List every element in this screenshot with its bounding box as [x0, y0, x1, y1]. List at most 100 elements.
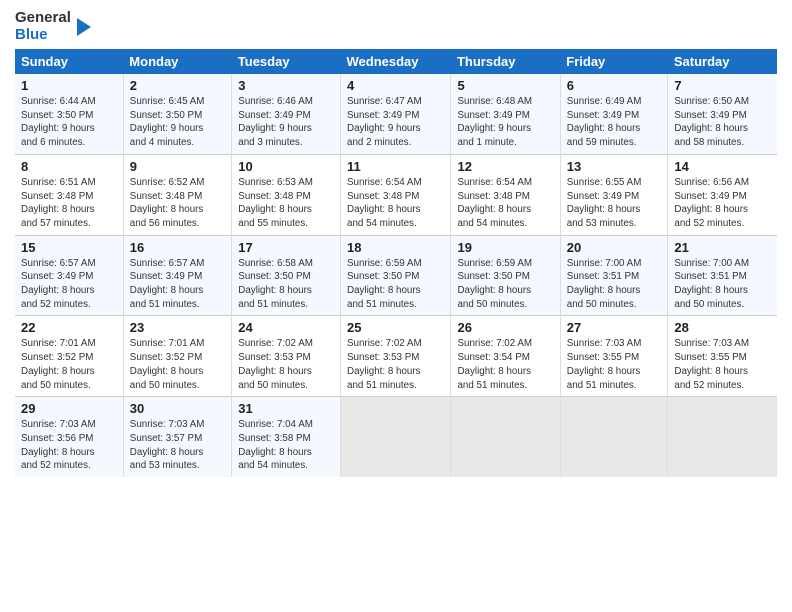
calendar-cell: 20 Sunrise: 7:00 AMSunset: 3:51 PMDayligh… [560, 235, 668, 316]
logo-general: General [15, 10, 71, 27]
day-number: 28 [674, 320, 771, 335]
weekday-header-monday: Monday [123, 49, 231, 74]
day-number: 8 [21, 159, 117, 174]
calendar-cell [341, 397, 451, 477]
calendar-week-row: 22 Sunrise: 7:01 AMSunset: 3:52 PMDayligh… [15, 316, 777, 397]
day-info: Sunrise: 7:03 AMSunset: 3:55 PMDaylight:… [674, 337, 771, 392]
day-info: Sunrise: 6:44 AMSunset: 3:50 PMDaylight:… [21, 95, 117, 150]
day-number: 5 [457, 78, 553, 93]
calendar-cell: 18Sunrise: 6:59 AMSunset: 3:50 PMDayligh… [341, 235, 451, 316]
day-number: 16 [130, 240, 225, 255]
day-info: Sunrise: 7:00 AMSunset: 3:51 PMDaylight:… [674, 257, 771, 312]
day-info: Sunrise: 7:03 AMSunset: 3:55 PMDaylight:… [567, 337, 662, 392]
day-number: 12 [457, 159, 553, 174]
day-number: 29 [21, 401, 117, 416]
calendar-cell: 8 Sunrise: 6:51 AMSunset: 3:48 PMDaylight… [15, 154, 123, 235]
calendar-cell: 1 Sunrise: 6:44 AMSunset: 3:50 PMDaylight… [15, 74, 123, 154]
calendar-cell: 28 Sunrise: 7:03 AMSunset: 3:55 PMDayligh… [668, 316, 777, 397]
day-info: Sunrise: 6:53 AMSunset: 3:48 PMDaylight:… [238, 176, 334, 231]
calendar-cell [668, 397, 777, 477]
calendar-table: SundayMondayTuesdayWednesdayThursdayFrid… [15, 49, 777, 477]
calendar-cell: 13 Sunrise: 6:55 AMSunset: 3:49 PMDayligh… [560, 154, 668, 235]
weekday-header-friday: Friday [560, 49, 668, 74]
day-number: 9 [130, 159, 225, 174]
day-number: 11 [347, 159, 444, 174]
calendar-week-row: 29 Sunrise: 7:03 AMSunset: 3:56 PMDayligh… [15, 397, 777, 477]
day-info: Sunrise: 6:50 AMSunset: 3:49 PMDaylight:… [674, 95, 771, 150]
calendar-cell: 12 Sunrise: 6:54 AMSunset: 3:48 PMDayligh… [451, 154, 560, 235]
day-number: 25 [347, 320, 444, 335]
calendar-cell: 25 Sunrise: 7:02 AMSunset: 3:53 PMDayligh… [341, 316, 451, 397]
calendar-cell: 23 Sunrise: 7:01 AMSunset: 3:52 PMDayligh… [123, 316, 231, 397]
calendar-cell: 30 Sunrise: 7:03 AMSunset: 3:57 PMDayligh… [123, 397, 231, 477]
day-number: 3 [238, 78, 334, 93]
day-number: 14 [674, 159, 771, 174]
logo-blue: Blue [15, 27, 71, 44]
day-info: Sunrise: 6:57 AMSunset: 3:49 PMDaylight:… [21, 257, 117, 312]
calendar-cell: 19 Sunrise: 6:59 AMSunset: 3:50 PMDayligh… [451, 235, 560, 316]
day-info: Sunrise: 6:51 AMSunset: 3:48 PMDaylight:… [21, 176, 117, 231]
day-number: 7 [674, 78, 771, 93]
day-info: Sunrise: 7:01 AMSunset: 3:52 PMDaylight:… [130, 337, 225, 392]
weekday-header-thursday: Thursday [451, 49, 560, 74]
day-number: 6 [567, 78, 662, 93]
day-number: 23 [130, 320, 225, 335]
calendar-cell: 16Sunrise: 6:57 AMSunset: 3:49 PMDayligh… [123, 235, 231, 316]
day-info: Sunrise: 7:01 AMSunset: 3:52 PMDaylight:… [21, 337, 117, 392]
day-info: Sunrise: 6:52 AMSunset: 3:48 PMDaylight:… [130, 176, 225, 231]
weekday-header-saturday: Saturday [668, 49, 777, 74]
calendar-cell: 6 Sunrise: 6:49 AMSunset: 3:49 PMDaylight… [560, 74, 668, 154]
day-number: 24 [238, 320, 334, 335]
day-info: Sunrise: 6:47 AMSunset: 3:49 PMDaylight:… [347, 95, 444, 150]
day-info: Sunrise: 7:03 AMSunset: 3:57 PMDaylight:… [130, 418, 225, 473]
day-number: 22 [21, 320, 117, 335]
calendar-week-row: 15 Sunrise: 6:57 AMSunset: 3:49 PMDayligh… [15, 235, 777, 316]
weekday-header-wednesday: Wednesday [341, 49, 451, 74]
calendar-cell: 4 Sunrise: 6:47 AMSunset: 3:49 PMDaylight… [341, 74, 451, 154]
day-number: 21 [674, 240, 771, 255]
day-info: Sunrise: 6:46 AMSunset: 3:49 PMDaylight:… [238, 95, 334, 150]
day-number: 26 [457, 320, 553, 335]
logo: General Blue [15, 10, 95, 43]
calendar-cell: 3 Sunrise: 6:46 AMSunset: 3:49 PMDaylight… [232, 74, 341, 154]
day-number: 10 [238, 159, 334, 174]
day-info: Sunrise: 7:02 AMSunset: 3:54 PMDaylight:… [457, 337, 553, 392]
day-info: Sunrise: 6:59 AMSunset: 3:50 PMDaylight:… [457, 257, 553, 312]
day-info: Sunrise: 7:00 AMSunset: 3:51 PMDaylight:… [567, 257, 662, 312]
calendar-cell: 11Sunrise: 6:54 AMSunset: 3:48 PMDayligh… [341, 154, 451, 235]
calendar-cell: 2 Sunrise: 6:45 AMSunset: 3:50 PMDaylight… [123, 74, 231, 154]
day-info: Sunrise: 7:02 AMSunset: 3:53 PMDaylight:… [347, 337, 444, 392]
calendar-cell [451, 397, 560, 477]
day-number: 17 [238, 240, 334, 255]
day-number: 31 [238, 401, 334, 416]
day-number: 20 [567, 240, 662, 255]
day-number: 1 [21, 78, 117, 93]
day-number: 30 [130, 401, 225, 416]
day-info: Sunrise: 6:55 AMSunset: 3:49 PMDaylight:… [567, 176, 662, 231]
calendar-cell: 10 Sunrise: 6:53 AMSunset: 3:48 PMDayligh… [232, 154, 341, 235]
day-info: Sunrise: 6:45 AMSunset: 3:50 PMDaylight:… [130, 95, 225, 150]
day-info: Sunrise: 6:54 AMSunset: 3:48 PMDaylight:… [457, 176, 553, 231]
calendar-cell: 5 Sunrise: 6:48 AMSunset: 3:49 PMDaylight… [451, 74, 560, 154]
day-number: 13 [567, 159, 662, 174]
day-number: 19 [457, 240, 553, 255]
calendar-cell: 22 Sunrise: 7:01 AMSunset: 3:52 PMDayligh… [15, 316, 123, 397]
day-number: 4 [347, 78, 444, 93]
calendar-cell [560, 397, 668, 477]
calendar-week-row: 8 Sunrise: 6:51 AMSunset: 3:48 PMDaylight… [15, 154, 777, 235]
day-number: 15 [21, 240, 117, 255]
weekday-header-sunday: Sunday [15, 49, 123, 74]
day-number: 27 [567, 320, 662, 335]
day-info: Sunrise: 6:48 AMSunset: 3:49 PMDaylight:… [457, 95, 553, 150]
day-info: Sunrise: 7:03 AMSunset: 3:56 PMDaylight:… [21, 418, 117, 473]
day-number: 2 [130, 78, 225, 93]
calendar-cell: 24Sunrise: 7:02 AMSunset: 3:53 PMDayligh… [232, 316, 341, 397]
calendar-cell: 27 Sunrise: 7:03 AMSunset: 3:55 PMDayligh… [560, 316, 668, 397]
calendar-cell: 29 Sunrise: 7:03 AMSunset: 3:56 PMDayligh… [15, 397, 123, 477]
day-info: Sunrise: 6:56 AMSunset: 3:49 PMDaylight:… [674, 176, 771, 231]
calendar-cell: 21 Sunrise: 7:00 AMSunset: 3:51 PMDayligh… [668, 235, 777, 316]
day-info: Sunrise: 6:49 AMSunset: 3:49 PMDaylight:… [567, 95, 662, 150]
day-info: Sunrise: 6:58 AMSunset: 3:50 PMDaylight:… [238, 257, 334, 312]
page-header: General Blue [15, 10, 777, 43]
logo-chevron-icon [73, 16, 95, 38]
